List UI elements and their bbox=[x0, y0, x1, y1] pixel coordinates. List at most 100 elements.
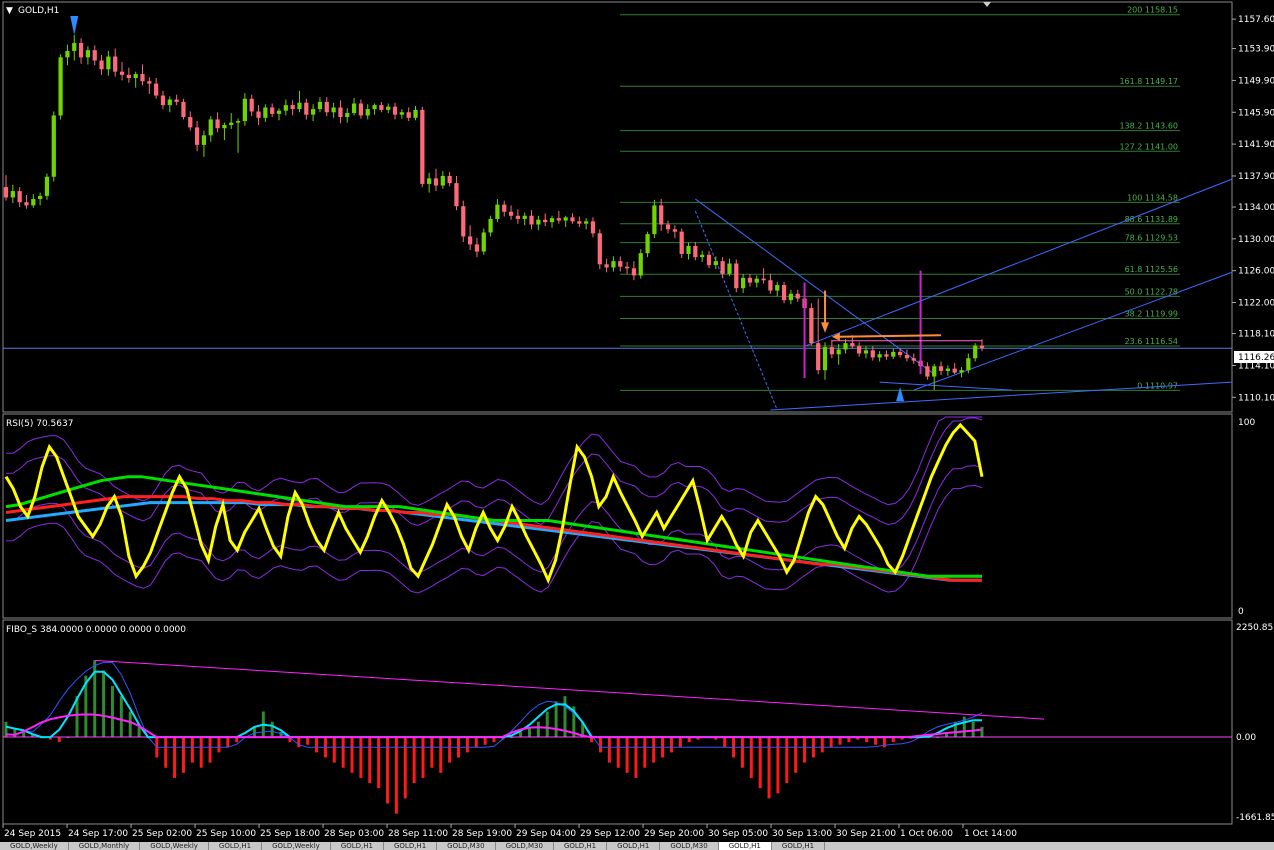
candle-body bbox=[795, 293, 800, 299]
fibo-s-bar bbox=[57, 737, 61, 743]
time-tick-label: 1 Oct 06:00 bbox=[900, 829, 953, 839]
current-price-label: 1116.26 bbox=[1238, 353, 1274, 363]
candle-body bbox=[379, 105, 384, 110]
chart-tab[interactable]: GOLD,H1 bbox=[607, 842, 661, 850]
price-tick-label: 1153.90 bbox=[1238, 45, 1274, 55]
fibo-s-bar bbox=[421, 737, 425, 778]
fibo-s-bar bbox=[749, 737, 753, 778]
chart-tab[interactable]: GOLD,H1 bbox=[718, 842, 772, 850]
candle-body bbox=[686, 246, 691, 254]
fibo-s-bar bbox=[465, 737, 469, 753]
chart-tab[interactable]: GOLD,H1 bbox=[384, 842, 438, 850]
fibo-s-bar bbox=[119, 696, 123, 738]
candle-body bbox=[181, 101, 186, 118]
price-tick-label: 1134.00 bbox=[1238, 203, 1274, 213]
candle-body bbox=[399, 112, 404, 115]
candle-body bbox=[672, 229, 677, 232]
fibo-level-label: 23.6 1116.54 bbox=[1125, 337, 1178, 346]
fibo-s-axis-label: 2250.85 bbox=[1236, 623, 1273, 633]
chart-dropdown-icon[interactable]: ▼ bbox=[6, 6, 13, 16]
fibo-s-bar bbox=[217, 737, 221, 753]
chart-tab[interactable]: GOLD,H1 bbox=[331, 842, 384, 850]
price-tick-label: 1122.00 bbox=[1238, 299, 1274, 309]
fibo-s-bar bbox=[13, 729, 17, 738]
fibo-s-bar bbox=[474, 737, 478, 748]
fibo-s-bar bbox=[403, 737, 407, 799]
chart-tab[interactable]: GOLD,Weekly bbox=[262, 842, 331, 850]
candle-body bbox=[133, 74, 138, 79]
time-tick-label: 29 Sep 12:00 bbox=[580, 829, 640, 839]
candle-body bbox=[966, 358, 971, 371]
candle-body bbox=[659, 205, 664, 225]
fibo-level-label: 61.8 1125.56 bbox=[1125, 265, 1178, 274]
time-tick-label: 25 Sep 18:00 bbox=[260, 829, 320, 839]
price-tick-label: 1157.60 bbox=[1238, 15, 1274, 25]
candle-body bbox=[584, 221, 589, 224]
candle-body bbox=[488, 218, 493, 233]
rsi-axis-label: 100 bbox=[1238, 418, 1255, 428]
candle-body bbox=[932, 366, 937, 377]
symbol-label: GOLD,H1 bbox=[18, 6, 59, 16]
candle-body bbox=[624, 266, 630, 269]
candle-body bbox=[788, 293, 794, 301]
candle-body bbox=[92, 50, 97, 61]
fibo-s-bar bbox=[652, 737, 656, 763]
chart-tab[interactable]: GOLD,M30 bbox=[660, 842, 719, 850]
candle-body bbox=[638, 253, 643, 276]
fibo-s-bar bbox=[758, 737, 762, 789]
candle-body bbox=[447, 175, 452, 184]
fibo-s-bar bbox=[199, 737, 203, 768]
candle-body bbox=[215, 119, 220, 129]
fibo-s-bar bbox=[980, 726, 984, 738]
candle-body bbox=[386, 106, 391, 110]
candle-body bbox=[590, 221, 596, 234]
candle-body bbox=[420, 109, 425, 184]
candle-body bbox=[945, 368, 950, 371]
candle-body bbox=[324, 101, 329, 113]
candle-body bbox=[440, 175, 445, 186]
chart-tab[interactable]: GOLD,Monthly bbox=[69, 842, 141, 850]
chart-tab[interactable]: GOLD,Weekly bbox=[140, 842, 209, 850]
chart-tab[interactable]: GOLD,H1 bbox=[772, 842, 826, 850]
fibo-s-bar bbox=[607, 737, 611, 763]
price-tick-label: 1141.90 bbox=[1238, 140, 1274, 150]
fibo-s-bar bbox=[545, 711, 549, 738]
time-tick-label: 29 Sep 20:00 bbox=[644, 829, 704, 839]
candle-body bbox=[870, 350, 875, 358]
candle-body bbox=[467, 236, 473, 245]
chart-tab[interactable]: GOLD,M30 bbox=[437, 842, 496, 850]
price-tick-label: 1130.00 bbox=[1238, 235, 1274, 245]
chart-tab-bar: GOLD,Weekly GOLD,Monthly GOLD,Weekly GOLD,H… bbox=[0, 842, 1274, 850]
price-tick-label: 1149.90 bbox=[1238, 76, 1274, 86]
chart-tab[interactable]: GOLD,H1 bbox=[554, 842, 608, 850]
candle-body bbox=[645, 234, 650, 254]
chart-tab[interactable]: GOLD,M30 bbox=[496, 842, 554, 850]
fibo-s-bar bbox=[519, 731, 523, 738]
candle-body bbox=[952, 368, 957, 373]
candle-body bbox=[256, 111, 261, 118]
fibo-s-bar bbox=[102, 670, 106, 738]
candle-body bbox=[167, 99, 172, 106]
candle-body bbox=[611, 261, 616, 268]
candle-body bbox=[604, 264, 609, 268]
chart-tab[interactable]: GOLD,Weekly bbox=[0, 842, 69, 850]
price-tick-label: 1110.10 bbox=[1238, 393, 1274, 403]
candle-body bbox=[536, 219, 541, 225]
rsi-label: RSI(5) 70.5637 bbox=[6, 419, 73, 429]
candle-body bbox=[345, 113, 350, 118]
fibo-s-bar bbox=[669, 737, 673, 753]
candle-body bbox=[372, 105, 377, 110]
fibo-s-bar bbox=[767, 737, 771, 799]
chart-tab[interactable]: GOLD,H1 bbox=[209, 842, 263, 850]
candle-body bbox=[652, 205, 657, 235]
candle-body bbox=[816, 343, 821, 371]
candle-body bbox=[188, 117, 193, 128]
candle-body bbox=[208, 119, 213, 136]
candle-body bbox=[925, 366, 930, 377]
candle-body bbox=[515, 215, 521, 219]
candle-body bbox=[843, 343, 848, 350]
fibo-s-bar bbox=[368, 737, 372, 784]
fibo-s-bar bbox=[164, 737, 168, 768]
fibo-s-bar bbox=[483, 737, 487, 745]
candle-body bbox=[358, 103, 364, 116]
